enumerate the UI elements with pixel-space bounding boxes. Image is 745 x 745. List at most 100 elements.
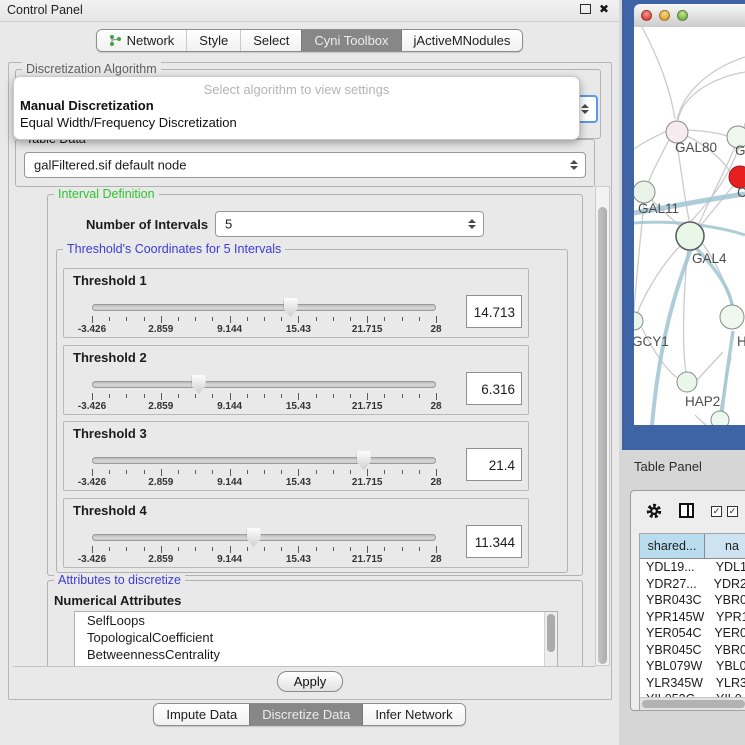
node-gal4[interactable] <box>676 222 704 250</box>
slider-tick <box>109 547 110 551</box>
slider-tick-label: 28 <box>430 477 441 488</box>
slider-tick <box>367 316 368 323</box>
network-edge <box>634 131 666 149</box>
column-header-shared-name[interactable]: shared... <box>640 534 705 558</box>
list-item[interactable]: TopologicalCoefficient <box>75 629 557 646</box>
slider-tick <box>161 469 162 476</box>
columns-icon[interactable] <box>679 503 694 518</box>
slider-tick-label: 9.144 <box>217 324 242 335</box>
apply-button[interactable]: Apply <box>277 671 343 692</box>
slider-tick <box>298 546 299 553</box>
tab-style[interactable]: Style <box>186 30 240 51</box>
slider-tick <box>144 470 145 474</box>
node-gcy1[interactable] <box>634 312 643 330</box>
slider-tick <box>212 317 213 321</box>
panel-scrollbar[interactable] <box>595 186 610 666</box>
slider-tick-label: 15.43 <box>286 401 311 412</box>
table-row[interactable]: YDR27...YDR2 <box>640 576 745 593</box>
threshold-panel-3: Threshold 3-3.4262.8599.14415.4321.71528… <box>63 421 529 491</box>
table-data-group: Table Data galFiltered.sif default node <box>15 139 595 187</box>
table-row[interactable]: YDL19...YDL1 <box>640 559 745 576</box>
tab-impute-data[interactable]: Impute Data <box>154 704 249 725</box>
table-row[interactable]: YBL079WYBL0 <box>640 658 745 675</box>
node-label-gal80: GAL80 <box>675 140 717 155</box>
thresholds-group: Threshold's Coordinates for 5 Intervals … <box>56 249 568 573</box>
close-button[interactable] <box>641 10 652 21</box>
zoom-button[interactable] <box>677 10 688 21</box>
slider-tick-label: 21.715 <box>352 324 383 335</box>
slider-tick <box>384 394 385 398</box>
threshold-slider[interactable]: -3.4262.8599.14415.4321.71528 <box>88 450 440 490</box>
threshold-value-field[interactable]: 14.713 <box>466 295 522 328</box>
slider-tick <box>333 394 334 398</box>
tab-jactivemnodules[interactable]: jActiveMNodules <box>401 30 523 51</box>
group-title: Threshold's Coordinates for 5 Intervals <box>63 242 285 256</box>
slider-tick <box>350 317 351 321</box>
slider-tick-label: 9.144 <box>217 554 242 565</box>
node-gal11[interactable] <box>634 181 655 203</box>
tab-infer-network[interactable]: Infer Network <box>362 704 464 725</box>
threshold-value-field[interactable]: 11.344 <box>466 525 522 558</box>
checkbox-icon[interactable]: ✓ <box>727 506 738 517</box>
slider-tick-label: 21.715 <box>352 401 383 412</box>
node-hap2[interactable] <box>677 372 697 392</box>
table-header-row: shared... na <box>640 534 745 559</box>
list-item[interactable]: SelfLoops <box>75 612 557 629</box>
table-row[interactable]: YBR045CYBR0 <box>640 642 745 659</box>
threshold-slider[interactable]: -3.4262.8599.14415.4321.71528 <box>88 297 440 337</box>
slider-tick-label: 28 <box>430 401 441 412</box>
minimize-button[interactable] <box>659 10 670 21</box>
slider-tick <box>281 470 282 474</box>
table-row[interactable]: YBR043CYBR0 <box>640 592 745 609</box>
dropdown-option-manual-discretization[interactable]: Manual Discretization <box>14 97 579 114</box>
table-row[interactable]: YER054CYER0 <box>640 625 745 642</box>
dropdown-option-equal-width-frequency-discretization[interactable]: Equal Width/Frequency Discretization <box>14 114 579 131</box>
threshold-value-field[interactable]: 21.4 <box>466 448 522 481</box>
slider-tick <box>264 470 265 474</box>
table-row[interactable]: YPR145WYPR1 <box>640 609 745 626</box>
table-data-select[interactable]: galFiltered.sif default node <box>24 152 586 178</box>
list-scrollbar[interactable] <box>544 612 557 667</box>
column-header-name[interactable]: na <box>705 534 745 558</box>
screenshot-root: Control Panel ✖ NetworkStyleSelectCyni T… <box>0 0 745 745</box>
threshold-value-field[interactable]: 6.316 <box>466 372 522 405</box>
node-h[interactable] <box>720 305 744 329</box>
table-row[interactable]: YLR345WYLR3 <box>640 675 745 692</box>
slider-tick <box>281 394 282 398</box>
number-of-intervals-label: Number of Intervals <box>86 217 208 232</box>
slider-tick <box>419 394 420 398</box>
tab-cyni-toolbox[interactable]: Cyni Toolbox <box>301 30 400 51</box>
slider-thumb[interactable] <box>247 528 261 547</box>
threshold-slider[interactable]: -3.4262.8599.14415.4321.71528 <box>88 527 440 567</box>
node-label-ga: GA <box>735 143 745 158</box>
slider-tick <box>333 317 334 321</box>
gear-icon[interactable] <box>645 502 663 525</box>
slider-tick-label: -3.426 <box>78 554 106 565</box>
checkbox-icon[interactable]: ✓ <box>711 506 722 517</box>
numerical-attributes-list[interactable]: SelfLoopsTopologicalCoefficientBetweenne… <box>74 611 558 667</box>
tab-network[interactable]: Network <box>97 30 187 51</box>
node-label-gcy1: GCY1 <box>634 334 669 349</box>
control-panel-titlebar: Control Panel ✖ <box>0 0 619 22</box>
node-table[interactable]: shared... na YDL19...YDL1YDR27...YDR2YBR… <box>639 533 745 711</box>
slider-tick-label: 2.859 <box>148 401 173 412</box>
tab-discretize-data[interactable]: Discretize Data <box>249 704 362 725</box>
cell-shared-name: YBL079W <box>640 658 704 675</box>
slider-tick-label: -3.426 <box>78 477 106 488</box>
slider-thumb[interactable] <box>357 451 371 470</box>
node-bottom-partial[interactable] <box>711 411 729 425</box>
network-window-titlebar <box>634 4 745 28</box>
number-of-intervals-select[interactable]: 5 <box>215 211 484 237</box>
node-label-gal4: GAL4 <box>692 251 727 266</box>
network-canvas[interactable]: GAL80GACGAL11GAL4GCY1HHAP2 <box>634 27 745 425</box>
slider-tick-label: 15.43 <box>286 324 311 335</box>
threshold-slider[interactable]: -3.4262.8599.14415.4321.71528 <box>88 374 440 414</box>
close-icon[interactable]: ✖ <box>599 3 609 15</box>
float-window-icon[interactable] <box>580 4 591 14</box>
tab-select[interactable]: Select <box>240 30 301 51</box>
slider-tick <box>298 393 299 400</box>
slider-thumb[interactable] <box>284 298 298 317</box>
slider-thumb[interactable] <box>192 375 206 394</box>
list-item[interactable]: BetweennessCentrality <box>75 646 557 663</box>
table-horizontal-scrollbar[interactable] <box>640 697 745 710</box>
